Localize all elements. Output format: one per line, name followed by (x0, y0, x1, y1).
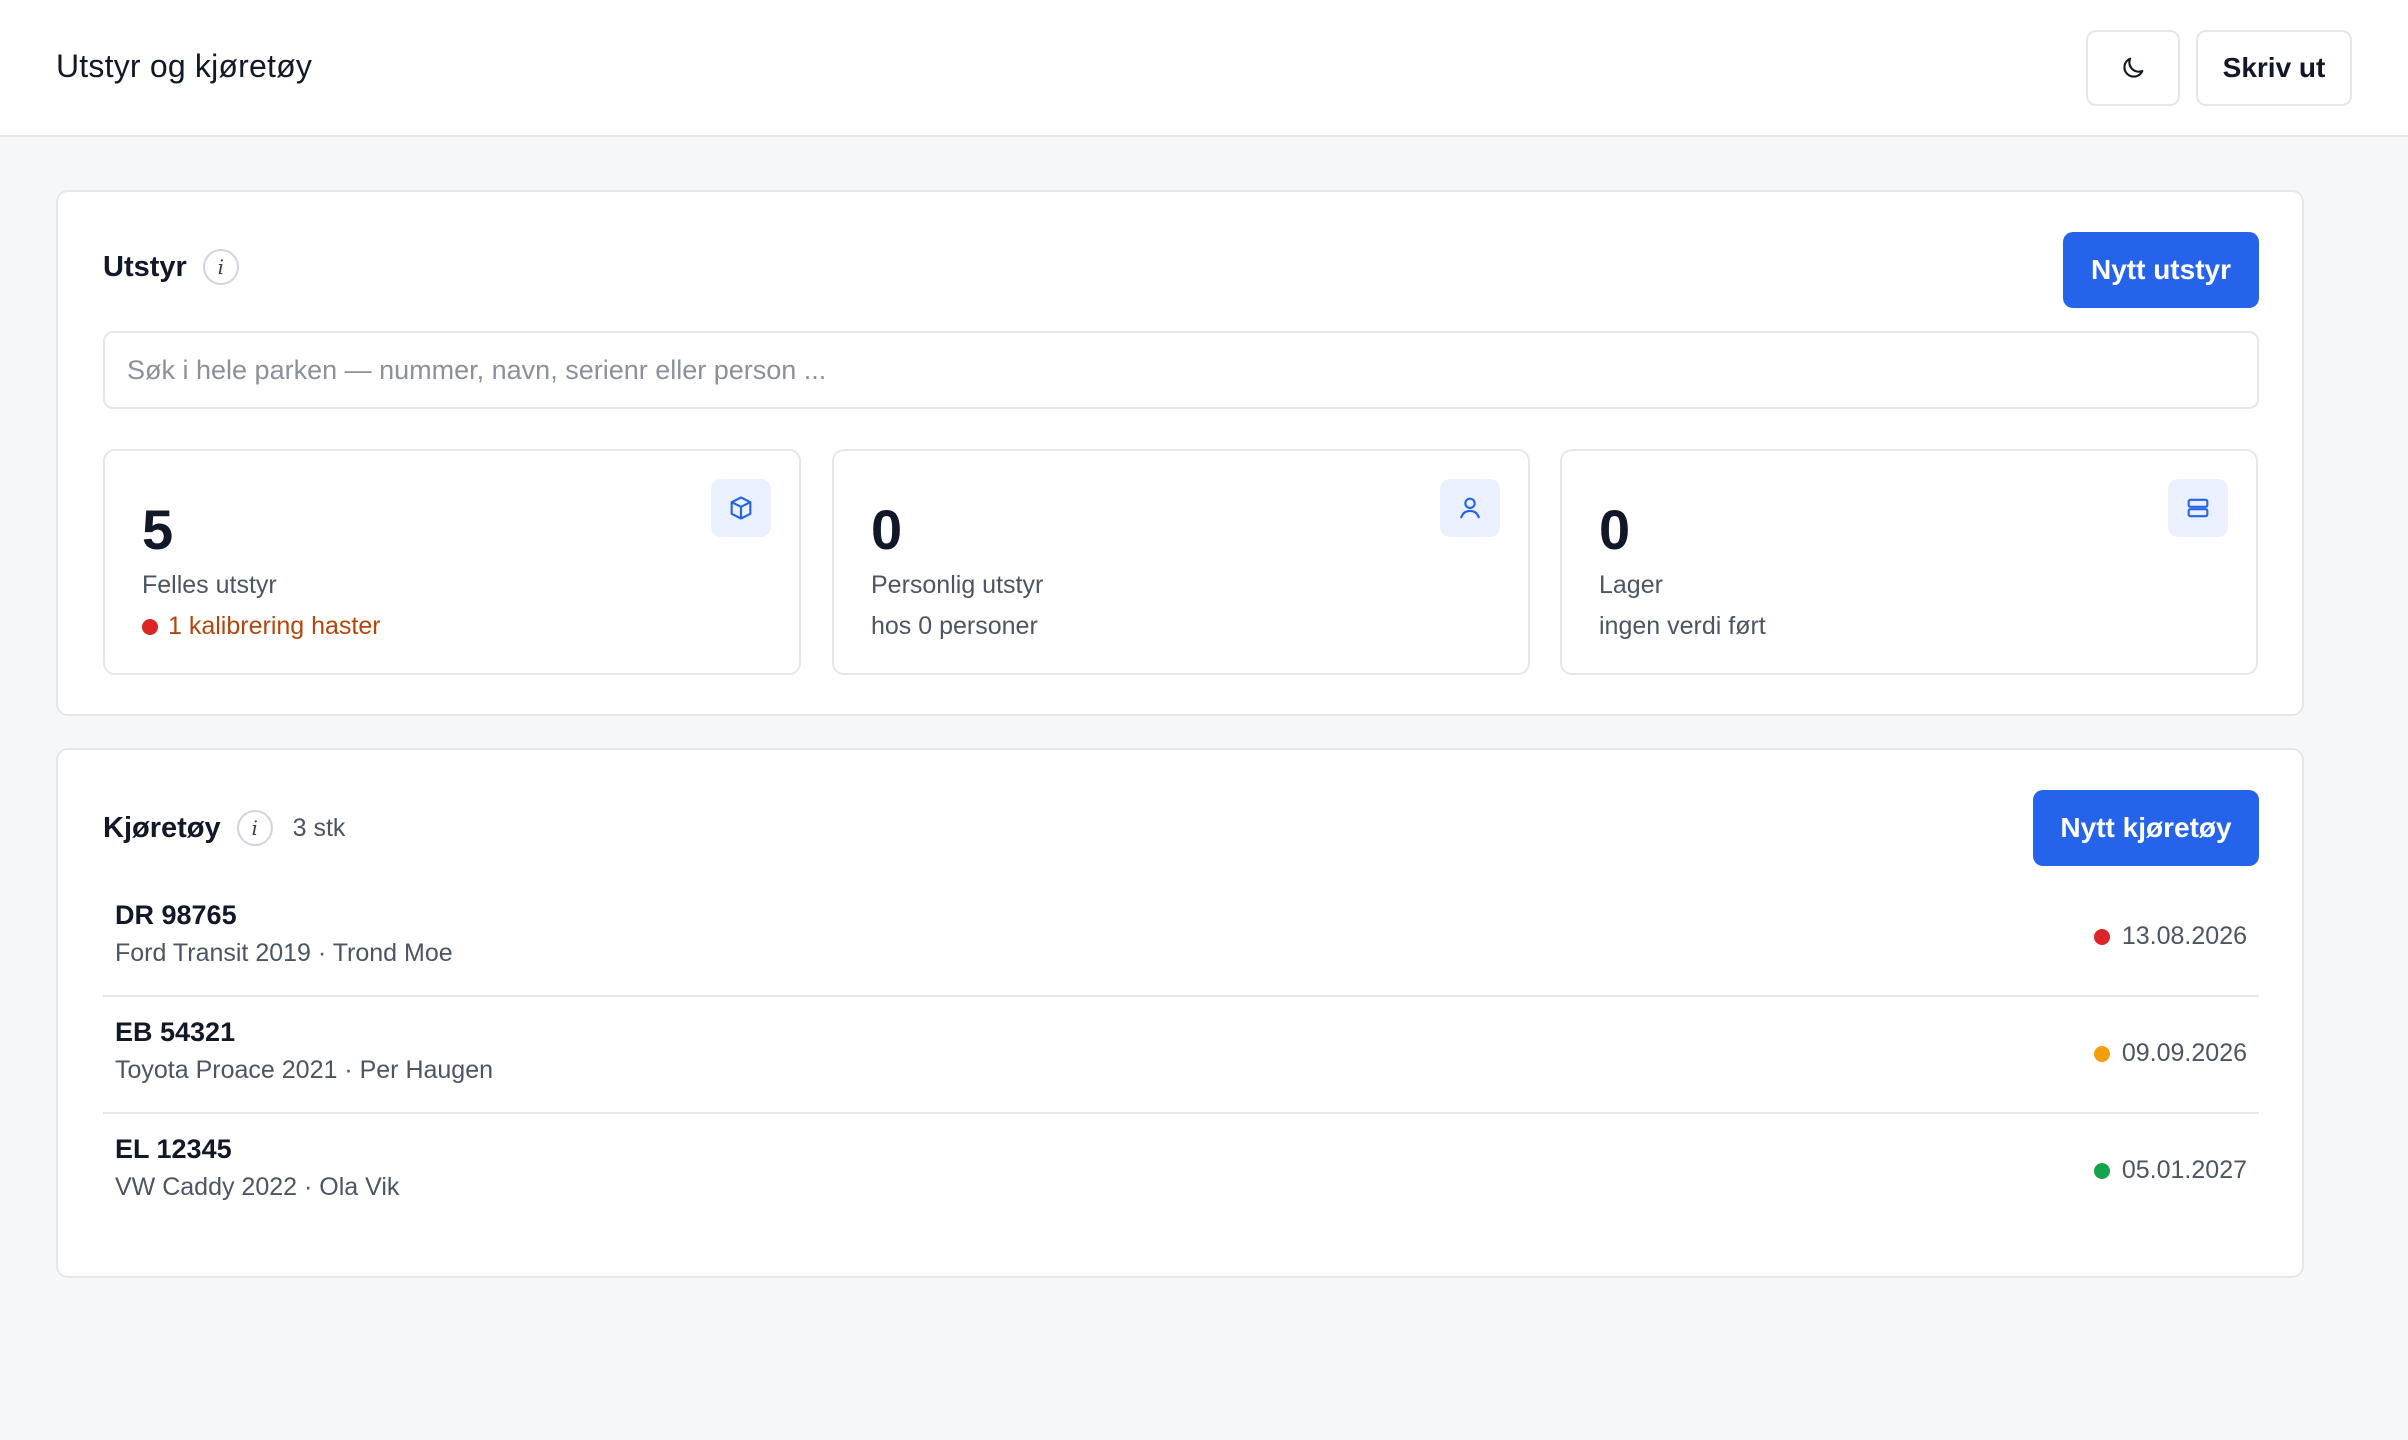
status-dot (2093, 928, 2110, 945)
vehicle-date-text: 09.09.2026 (2121, 1039, 2247, 1067)
equipment-title: Utstyr (103, 250, 187, 283)
new-equipment-button[interactable]: Nytt utstyr (2063, 232, 2259, 308)
vehicle-date: 09.09.2026 (2093, 1039, 2247, 1068)
vehicle-list: DR 98765 Ford Transit 2019 · Trond Moe 1… (103, 880, 2259, 1231)
status-dot (2093, 1045, 2110, 1062)
vehicle-description: VW Caddy 2022 · Ola Vik (115, 1173, 400, 1201)
stat-card-storage[interactable]: 0 Lager ingen verdi ført (1560, 449, 2258, 675)
vehicle-plate: DR 98765 (115, 900, 237, 930)
box-icon (711, 479, 771, 537)
stat-card-shared-equipment[interactable]: 5 Felles utstyr 1 kalibrering haster (103, 449, 801, 675)
vehicles-header: Kjøretøy i 3 stk (103, 810, 345, 846)
search-input[interactable] (103, 331, 2259, 409)
vehicle-description: Ford Transit 2019 · Trond Moe (115, 939, 453, 967)
stat-card-personal-equipment[interactable]: 0 Personlig utstyr hos 0 personer (832, 449, 1530, 675)
stat-value: 0 (1599, 498, 1631, 561)
top-bar: Utstyr og kjøretøy Skriv ut (0, 0, 2408, 137)
calibration-warning: 1 kalibrering haster (168, 612, 381, 640)
theme-toggle-button[interactable] (2086, 30, 2180, 106)
person-icon (1440, 479, 1500, 537)
new-vehicle-button[interactable]: Nytt kjøretøy (2033, 790, 2259, 866)
vehicle-description: Toyota Proace 2021 · Per Haugen (115, 1056, 494, 1084)
info-icon[interactable]: i (202, 249, 239, 285)
vehicle-date-text: 05.01.2027 (2121, 1156, 2247, 1184)
equipment-header: Utstyr i (103, 249, 239, 285)
vehicle-plate: EB 54321 (115, 1017, 236, 1047)
vehicle-row[interactable]: DR 98765 Ford Transit 2019 · Trond Moe 1… (103, 880, 2259, 997)
stat-sub-warning: 1 kalibrering haster (142, 612, 381, 641)
vehicle-plate: EL 12345 (115, 1134, 232, 1164)
stat-label: Lager (1599, 571, 1663, 599)
vehicle-row[interactable]: EL 12345 VW Caddy 2022 · Ola Vik 05.01.2… (103, 1114, 2259, 1231)
vehicles-card: Kjøretøy i 3 stk Nytt kjøretøy DR 98765 … (56, 748, 2304, 1278)
vehicle-date-text: 13.08.2026 (2121, 922, 2247, 950)
vehicle-date: 05.01.2027 (2093, 1156, 2247, 1185)
print-button[interactable]: Skriv ut (2196, 30, 2352, 106)
info-icon[interactable]: i (236, 810, 273, 846)
stat-value: 0 (871, 498, 903, 561)
vehicle-count: 3 stk (292, 813, 346, 842)
storage-icon (2168, 479, 2228, 537)
stat-sub: ingen verdi ført (1599, 612, 1766, 640)
status-dot (2093, 1162, 2110, 1179)
status-dot (142, 618, 158, 635)
equipment-card: Utstyr i Nytt utstyr 5 Felles utstyr 1 k… (56, 190, 2304, 716)
stat-label: Felles utstyr (142, 571, 277, 599)
vehicle-date: 13.08.2026 (2093, 922, 2247, 951)
stat-sub: hos 0 personer (871, 612, 1038, 640)
vehicles-title: Kjøretøy (103, 811, 221, 844)
vehicle-row[interactable]: EB 54321 Toyota Proace 2021 · Per Haugen… (103, 997, 2259, 1114)
moon-icon (2123, 57, 2144, 78)
stat-label: Personlig utstyr (871, 571, 1044, 599)
page-title: Utstyr og kjøretøy (56, 48, 313, 84)
stat-value: 5 (142, 498, 174, 561)
